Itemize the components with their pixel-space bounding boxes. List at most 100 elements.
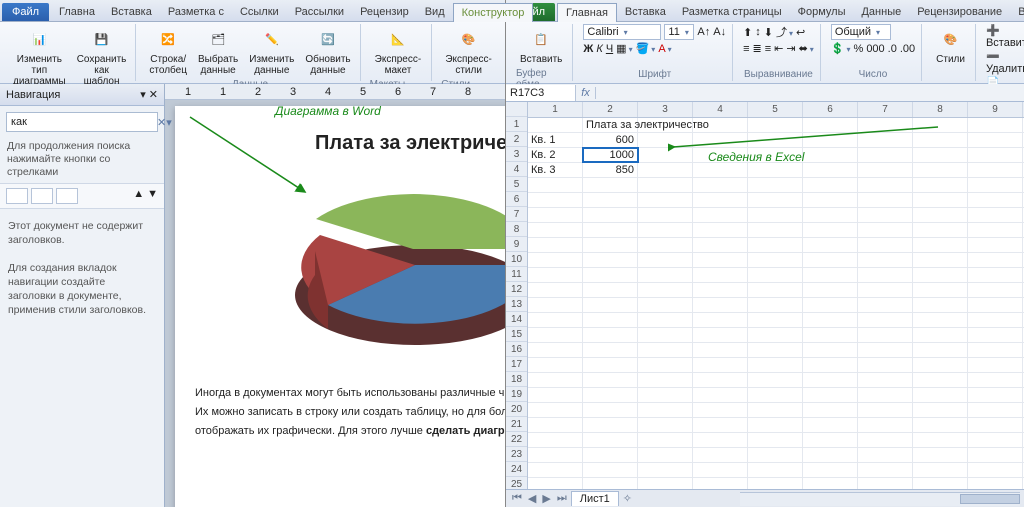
border-button[interactable]: ▦ — [616, 42, 632, 55]
save-template-button[interactable]: 💾Сохранить как шаблон — [73, 24, 131, 90]
tab-design[interactable]: Конструктор — [453, 3, 534, 22]
indent-inc-icon[interactable]: ⇥ — [786, 42, 795, 55]
tab-links[interactable]: Ссылки — [232, 3, 287, 21]
percent-icon[interactable]: % — [854, 43, 864, 55]
number-format-select[interactable]: Общий — [831, 24, 891, 40]
paste-button[interactable]: 📋Вставить — [516, 24, 566, 68]
bold-button[interactable]: Ж — [583, 43, 593, 55]
table-row[interactable] — [528, 418, 1024, 433]
currency-icon[interactable]: 💲 — [831, 42, 851, 55]
table-row[interactable] — [528, 268, 1024, 283]
tab-view[interactable]: Вид — [417, 3, 453, 21]
horizontal-ruler[interactable]: 112345678 — [165, 84, 505, 100]
table-row[interactable] — [528, 478, 1024, 489]
align-bot-icon[interactable]: ⬇ — [764, 26, 773, 39]
wrap-text-button[interactable]: ↩ — [796, 26, 805, 39]
tab-mailings[interactable]: Рассылки — [287, 3, 352, 21]
shrink-font-icon[interactable]: A↓ — [713, 26, 726, 38]
font-select[interactable]: Calibri — [583, 24, 661, 40]
row-headers[interactable]: 1234567891011121314151617181920212223242… — [506, 102, 528, 489]
tab-home-excel[interactable]: Главная — [557, 3, 617, 22]
dec-dec-icon[interactable]: .00 — [900, 43, 915, 55]
nav-menu-icon[interactable]: ▾ ✕ — [140, 88, 158, 101]
inc-dec-icon[interactable]: .0 — [888, 43, 897, 55]
sheet-tab-1[interactable]: Лист1 — [571, 491, 619, 506]
merge-button[interactable]: ⬌ — [799, 42, 814, 55]
nav-search-input[interactable] — [7, 113, 157, 131]
table-row[interactable] — [528, 433, 1024, 448]
select-data-button[interactable]: 🗂Выбрать данные — [194, 24, 242, 79]
table-row[interactable] — [528, 238, 1024, 253]
document-page[interactable]: Диаграмма в Word Плата за электричество — [175, 106, 505, 507]
align-mid-icon[interactable]: ↕ — [755, 26, 761, 38]
align-right-icon[interactable]: ≡ — [765, 43, 771, 55]
align-left-icon[interactable]: ≡ — [743, 43, 749, 55]
h-scroll[interactable] — [740, 492, 1020, 506]
table-row[interactable] — [528, 448, 1024, 463]
table-row[interactable] — [528, 313, 1024, 328]
table-row[interactable]: Кв. 3850 — [528, 163, 1024, 178]
table-row[interactable] — [528, 463, 1024, 478]
tab-data-excel[interactable]: Данные — [853, 3, 909, 21]
sheet-nav-prev-icon[interactable]: ◀ — [526, 492, 538, 505]
nav-prev-icon[interactable]: ▲ — [133, 188, 144, 204]
styles-button[interactable]: 🎨Стили — [932, 24, 969, 68]
indent-dec-icon[interactable]: ⇤ — [774, 42, 783, 55]
fill-color-button[interactable]: 🪣 — [636, 42, 656, 55]
quick-layout-button[interactable]: 📐Экспресс-макет — [370, 24, 427, 79]
tab-pagelayout-excel[interactable]: Разметка страницы — [674, 3, 790, 21]
sheet-nav-last-icon[interactable]: ⏭ — [555, 492, 569, 505]
table-row[interactable]: Плата за электричество — [528, 118, 1024, 133]
orientation-icon[interactable]: ⤴ — [776, 24, 793, 40]
table-row[interactable] — [528, 373, 1024, 388]
quick-styles-button[interactable]: 🎨Экспресс-стили — [441, 24, 496, 79]
switch-row-col-button[interactable]: 🔀Строка/столбец — [145, 24, 191, 79]
col-headers[interactable]: 123456789 — [528, 102, 1024, 118]
nav-next-icon[interactable]: ▼ — [147, 188, 158, 204]
table-row[interactable] — [528, 283, 1024, 298]
align-center-icon[interactable]: ≣ — [753, 42, 762, 55]
tab-review-excel[interactable]: Рецензирование — [909, 3, 1010, 21]
tab-layout[interactable]: Разметка с — [160, 3, 232, 21]
tab-home[interactable]: Главна — [51, 3, 103, 21]
edit-data-button[interactable]: ✏️Изменить данные — [245, 24, 298, 79]
name-box[interactable]: R17C3 — [506, 85, 576, 101]
delete-cells-button[interactable]: ➖ Удалить — [986, 50, 1024, 75]
refresh-data-button[interactable]: 🔄Обновить данные — [301, 24, 354, 79]
formula-input[interactable] — [596, 91, 1024, 95]
tab-insert[interactable]: Вставка — [103, 3, 160, 21]
table-row[interactable] — [528, 403, 1024, 418]
table-row[interactable] — [528, 343, 1024, 358]
spreadsheet-grid[interactable]: 123456789 Плата за электричествоКв. 1600… — [528, 102, 1024, 489]
table-row[interactable] — [528, 223, 1024, 238]
sheet-nav-next-icon[interactable]: ▶ — [540, 492, 552, 505]
tab-file[interactable]: Файл — [2, 3, 49, 21]
nav-tab-headings[interactable] — [6, 188, 28, 204]
new-sheet-icon[interactable]: ✧ — [621, 492, 634, 505]
table-row[interactable] — [528, 388, 1024, 403]
table-row[interactable] — [528, 358, 1024, 373]
tab-review[interactable]: Рецензир — [352, 3, 417, 21]
italic-button[interactable]: К — [596, 43, 602, 55]
change-chart-type-button[interactable]: 📊Изменить тип диаграммы — [9, 24, 70, 90]
table-row[interactable] — [528, 193, 1024, 208]
table-row[interactable] — [528, 328, 1024, 343]
fx-icon[interactable]: fx — [576, 87, 596, 99]
font-color-button[interactable]: A — [658, 43, 671, 55]
insert-cells-button[interactable]: ➕ Вставить — [986, 24, 1024, 49]
table-row[interactable] — [528, 253, 1024, 268]
comma-icon[interactable]: 000 — [866, 43, 884, 55]
tab-insert-excel[interactable]: Вставка — [617, 3, 674, 21]
table-row[interactable] — [528, 298, 1024, 313]
nav-tab-results[interactable] — [56, 188, 78, 204]
font-size-select[interactable]: 11 — [664, 24, 694, 40]
align-top-icon[interactable]: ⬆ — [743, 26, 752, 39]
table-row[interactable] — [528, 208, 1024, 223]
sheet-nav-first-icon[interactable]: ⏮ — [510, 492, 524, 505]
underline-button[interactable]: Ч — [606, 43, 613, 55]
nav-tab-pages[interactable] — [31, 188, 53, 204]
tab-view-excel[interactable]: Вид — [1010, 3, 1024, 21]
tab-formulas-excel[interactable]: Формулы — [790, 3, 854, 21]
nav-search[interactable]: ✕ ▾ — [6, 112, 158, 132]
grow-font-icon[interactable]: A↑ — [697, 26, 710, 38]
